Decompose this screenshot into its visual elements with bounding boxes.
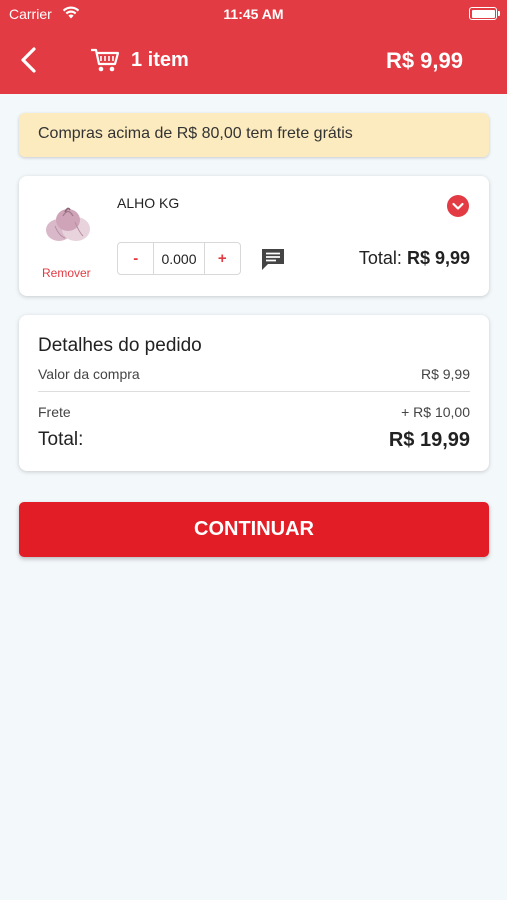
item-total: Total: R$ 9,99: [359, 248, 470, 269]
continue-button[interactable]: CONTINUAR: [19, 502, 489, 557]
shipping-label: Frete: [38, 404, 71, 420]
order-details-title: Detalhes do pedido: [38, 335, 202, 356]
shipping-row: Frete + R$ 10,00: [38, 404, 470, 420]
shopping-cart-icon: [91, 48, 120, 72]
purchase-value-row: Valor da compra R$ 9,99: [38, 366, 470, 382]
garlic-product-image: [46, 207, 90, 241]
item-total-value: R$ 9,99: [406, 248, 470, 268]
details-divider: [38, 391, 470, 392]
purchase-value-label: Valor da compra: [38, 366, 140, 382]
header-cart-total: R$ 9,99: [385, 48, 463, 73]
order-details-card: Detalhes do pedido Valor da compra R$ 9,…: [19, 315, 489, 471]
free-shipping-banner: Compras acima de R$ 80,00 tem frete grát…: [19, 113, 489, 157]
remove-item-link[interactable]: Remover: [42, 266, 91, 280]
comment-icon[interactable]: [259, 246, 287, 272]
item-total-label: Total:: [358, 248, 402, 268]
quantity-field[interactable]: 0.000: [153, 243, 205, 274]
cart-item-card: Remover ALHO KG - 0.000 + Total: R$ 9,99: [19, 176, 489, 296]
shipping-value: + R$ 10,00: [401, 404, 470, 420]
chevron-down-icon[interactable]: [447, 195, 469, 217]
status-bar: Carrier 11:45 AM: [0, 0, 507, 28]
cart-item-count: 1 item: [131, 49, 189, 71]
order-total-row: Total: R$ 19,99: [38, 429, 470, 451]
decrement-button[interactable]: -: [118, 243, 153, 274]
app-header: Carrier 11:45 AM 1 item R$ 9,99: [0, 0, 507, 94]
order-total-value: R$ 19,99: [388, 429, 470, 451]
increment-button[interactable]: +: [205, 243, 240, 274]
purchase-value: R$ 9,99: [420, 366, 470, 382]
product-name: ALHO KG: [117, 195, 180, 211]
quantity-stepper: - 0.000 +: [117, 242, 241, 275]
battery-icon: [469, 7, 500, 20]
back-arrow-icon[interactable]: [16, 44, 44, 76]
status-time: 11:45 AM: [223, 6, 284, 22]
order-total-label: Total:: [38, 429, 84, 450]
